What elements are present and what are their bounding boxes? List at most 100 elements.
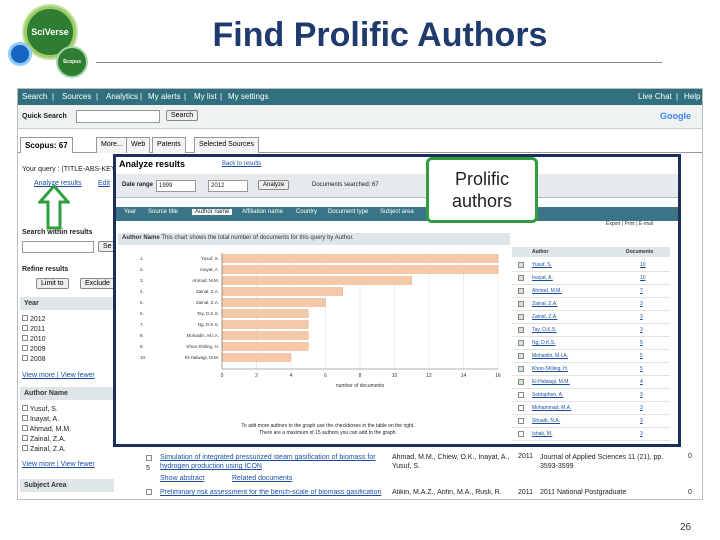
author-row-checkbox[interactable]	[518, 327, 524, 333]
author-row-name[interactable]: Yusuf, S.	[532, 262, 552, 268]
author-row-checkbox[interactable]	[518, 353, 524, 359]
nav-my-list[interactable]: My list	[194, 92, 217, 101]
tab-subject-area[interactable]: Subject area	[380, 209, 414, 215]
author-row-name[interactable]: Ishak, M.	[532, 431, 552, 437]
author-row-docs[interactable]: 3	[640, 405, 643, 411]
result-title[interactable]: Preliminary risk assessment for the benc…	[160, 489, 390, 496]
author-row-docs[interactable]: 4	[640, 379, 643, 385]
author-row-name[interactable]: Mohaidin, M.I.A.	[532, 353, 568, 359]
author-row-name[interactable]: Zainal, Z.A.	[532, 314, 558, 320]
author-row-checkbox[interactable]	[518, 379, 524, 385]
author-row-docs[interactable]: 3	[640, 314, 643, 320]
author-row-name[interactable]: Shuaib, N.A.	[532, 418, 560, 424]
result-title[interactable]: Simulation of integrated pressurized ste…	[160, 453, 386, 471]
author-row-checkbox[interactable]	[518, 275, 524, 281]
author-row-checkbox[interactable]	[518, 392, 524, 398]
tab-year[interactable]: Year	[124, 209, 136, 215]
author-row-name[interactable]: El-Halwagi, M.M.	[532, 379, 570, 385]
author-row-docs[interactable]: 3	[640, 418, 643, 424]
tab-document-type[interactable]: Document type	[328, 209, 368, 215]
author-row-docs[interactable]: 10	[640, 275, 646, 281]
year-section-header[interactable]: Year	[20, 297, 114, 310]
year-checkbox[interactable]	[22, 355, 28, 361]
author-checkbox[interactable]	[22, 425, 28, 431]
year-checkbox[interactable]	[22, 345, 28, 351]
analyze-button[interactable]: Analyze	[258, 180, 290, 190]
author-row-docs[interactable]: 10	[640, 262, 646, 268]
author-row-docs[interactable]: 3	[640, 327, 643, 333]
author-row-name[interactable]: Ng, D.K.S.	[532, 340, 556, 346]
year-view-more-link[interactable]: View more | View fewer	[22, 372, 95, 379]
date-to-select[interactable]: 2012	[208, 180, 248, 192]
year-checkbox[interactable]	[22, 315, 28, 321]
author-row-name[interactable]: Khoo-Shiling, H.	[532, 366, 568, 372]
tab-country[interactable]: Country	[296, 209, 317, 215]
nav-sources[interactable]: Sources	[62, 92, 91, 101]
author-section-header[interactable]: Author Name	[20, 387, 114, 400]
author-row-checkbox[interactable]	[518, 301, 524, 307]
tab-patents[interactable]: Patents	[152, 137, 186, 153]
related-documents-link[interactable]: Related documents	[232, 475, 292, 482]
author-row-checkbox[interactable]	[518, 405, 524, 411]
year-checkbox[interactable]	[22, 325, 28, 331]
author-row-name[interactable]: Zainal, Z.A.	[532, 301, 558, 307]
edit-link[interactable]: Edit	[98, 180, 110, 187]
author-row-name[interactable]: Ahmad, M.M.	[532, 288, 562, 294]
author-row-name[interactable]: Inayat, A.	[532, 275, 553, 281]
quick-search-input[interactable]	[76, 110, 160, 123]
author-row-checkbox[interactable]	[518, 340, 524, 346]
subject-section-header[interactable]: Subject Area	[20, 479, 114, 492]
author-view-more-link[interactable]: View more | View fewer	[22, 461, 95, 468]
author-row-docs[interactable]: 5	[640, 366, 643, 372]
author-rank-label: 6.	[140, 311, 144, 316]
author-row-checkbox[interactable]	[518, 262, 524, 268]
author-row-name[interactable]: Sotriaphon, A.	[532, 392, 563, 398]
author-checkbox[interactable]	[22, 405, 28, 411]
quick-search-button[interactable]: Search	[166, 110, 199, 121]
show-abstract-link[interactable]: Show abstract	[160, 475, 204, 482]
author-row-docs[interactable]: 3	[640, 392, 643, 398]
nav-my-alerts[interactable]: My alerts	[148, 92, 180, 101]
author-row-checkbox[interactable]	[518, 418, 524, 424]
tab-selected-sources[interactable]: Selected Sources	[194, 137, 259, 153]
author-column-header[interactable]: Author	[532, 249, 548, 255]
author-row-docs[interactable]: 7	[640, 288, 643, 294]
export-link[interactable]: Export	[606, 221, 620, 227]
result-checkbox[interactable]	[146, 489, 152, 495]
author-row-checkbox[interactable]	[518, 288, 524, 294]
email-link[interactable]: E-mail	[639, 221, 653, 227]
year-checkbox[interactable]	[22, 335, 28, 341]
author-checkbox[interactable]	[22, 445, 28, 451]
tab-author-name[interactable]: Author name	[192, 209, 233, 215]
tab-more[interactable]: More...	[96, 137, 128, 153]
tab-source-title[interactable]: Source title	[148, 209, 178, 215]
back-to-results-link[interactable]: Back to results	[222, 161, 261, 167]
result-checkbox[interactable]	[146, 455, 152, 461]
author-row-checkbox[interactable]	[518, 314, 524, 320]
author-row-name[interactable]: Tay, D.K.S.	[532, 327, 557, 333]
tab-affiliation-name[interactable]: Affiliation name	[242, 209, 283, 215]
nav-search[interactable]: Search	[22, 92, 47, 101]
limit-to-button[interactable]: Limit to	[36, 278, 69, 289]
date-from-select[interactable]: 1999	[156, 180, 196, 192]
tab-web[interactable]: Web	[126, 137, 151, 153]
nav-live-chat[interactable]: Live Chat	[638, 92, 672, 101]
author-row-checkbox[interactable]	[518, 366, 524, 372]
documents-column-header[interactable]: Documents	[626, 249, 653, 255]
exclude-button[interactable]: Exclude	[80, 278, 115, 289]
nav-help[interactable]: Help	[684, 92, 700, 101]
author-row-docs[interactable]: 3	[640, 301, 643, 307]
nav-my-settings[interactable]: My settings	[228, 92, 268, 101]
nav-analytics[interactable]: Analytics	[106, 92, 138, 101]
author-row-checkbox[interactable]	[518, 431, 524, 437]
print-link[interactable]: Print	[625, 221, 635, 227]
search-within-input[interactable]	[22, 241, 94, 253]
author-checkbox[interactable]	[22, 435, 28, 441]
author-row-docs[interactable]: 3	[640, 431, 643, 437]
tab-scopus[interactable]: Scopus: 67	[20, 137, 73, 153]
author-row-docs[interactable]: 5	[640, 340, 643, 346]
author-checkbox[interactable]	[22, 415, 28, 421]
google-search-link[interactable]: Google	[660, 111, 691, 121]
author-row-name[interactable]: Mohammad, M.A.	[532, 405, 571, 411]
author-row-docs[interactable]: 5	[640, 353, 643, 359]
